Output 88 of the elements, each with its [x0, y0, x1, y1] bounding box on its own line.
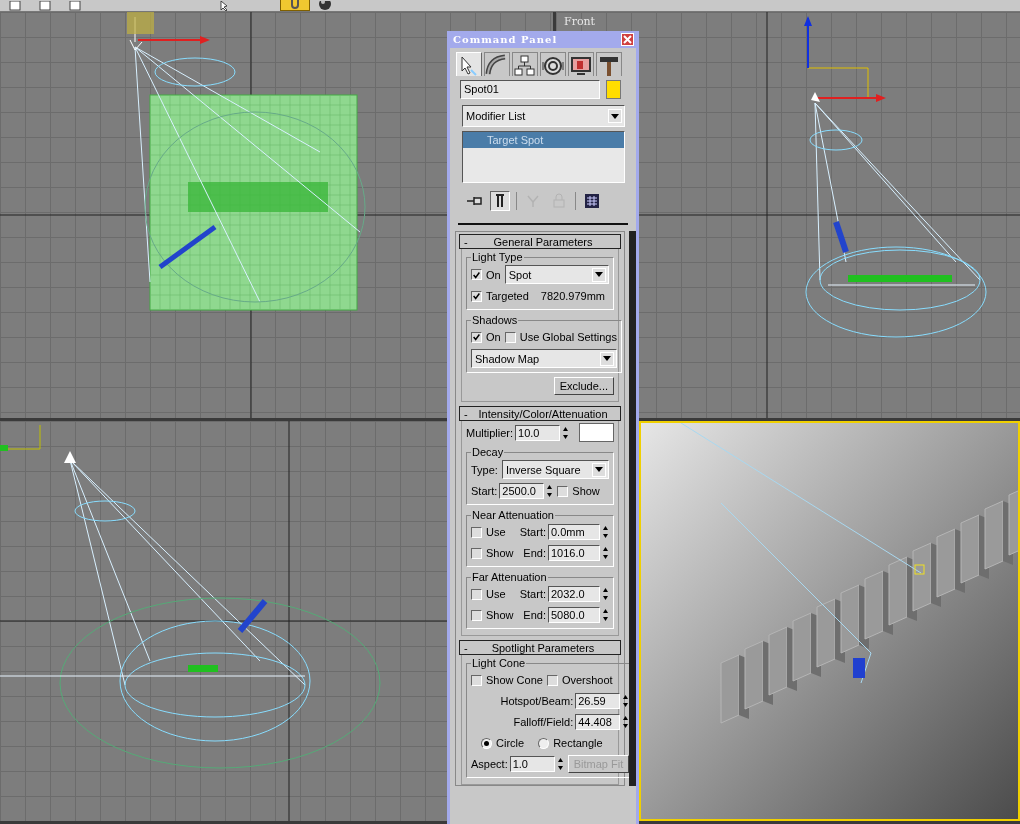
checkbox[interactable]: [471, 331, 482, 343]
spinner-field[interactable]: 2500.0: [499, 483, 545, 499]
close-button[interactable]: [621, 33, 634, 46]
checkbox-label: Use: [486, 588, 506, 600]
checkbox[interactable]: [471, 609, 482, 621]
field-label: Start:: [519, 526, 546, 538]
checkbox[interactable]: [546, 674, 558, 686]
dropdown[interactable]: Inverse Square: [501, 460, 609, 479]
spinner-field[interactable]: 0.0mm: [548, 524, 600, 540]
spinner-arrows-icon[interactable]: [602, 546, 609, 560]
color-swatch[interactable]: [579, 423, 614, 442]
spinner-arrows-icon[interactable]: [602, 608, 609, 622]
checkbox-label: Show: [572, 485, 600, 497]
checkbox-label: Show Cone: [486, 674, 543, 686]
group-title: Light Cone: [471, 657, 527, 669]
checkbox[interactable]: [471, 526, 482, 538]
spinner-arrows-icon[interactable]: [602, 587, 609, 601]
field-label: End:: [523, 547, 546, 559]
checkbox[interactable]: [504, 331, 516, 343]
radio-label: Circle: [496, 737, 525, 749]
checkbox-label: On: [486, 268, 501, 281]
group-title: Near Attenuation: [471, 509, 555, 521]
checkbox[interactable]: [471, 674, 482, 686]
checkbox-label: On: [486, 331, 501, 343]
panel-tab[interactable]: [540, 52, 566, 76]
checkbox[interactable]: [471, 547, 482, 559]
toolbar-button[interactable]: [280, 0, 310, 11]
spinner-field[interactable]: 44.408: [575, 714, 621, 730]
field-label: Aspect:: [471, 758, 508, 770]
rollout-header[interactable]: - Spotlight Parameters: [459, 640, 621, 655]
spinner-field[interactable]: 1.0: [509, 756, 555, 772]
field-label: Start:: [471, 485, 498, 497]
field-label: End:: [523, 609, 546, 621]
spinner-arrows-icon[interactable]: [622, 694, 630, 708]
stack-tool-button[interactable]: [490, 191, 510, 211]
radio-button[interactable]: [538, 737, 550, 749]
checkbox-label: Use: [486, 526, 506, 538]
checkbox-label: Targeted: [486, 290, 529, 302]
checkbox-label: Show: [486, 609, 514, 621]
rollout-header[interactable]: - Intensity/Color/Attenuation: [459, 406, 621, 421]
close-icon: [623, 35, 632, 44]
stack-tool-button[interactable]: [582, 191, 602, 211]
spinner-arrows-icon[interactable]: [546, 484, 554, 498]
check-icon: [472, 332, 481, 342]
checkbox-label: Show: [486, 547, 514, 559]
dropdown[interactable]: Shadow Map: [471, 349, 617, 368]
group-title: Far Attenuation: [471, 571, 548, 583]
push-button[interactable]: Exclude...: [553, 377, 614, 395]
radio-button[interactable]: [481, 737, 492, 749]
field-label: Hotspot/Beam:: [500, 695, 574, 707]
panel-tab[interactable]: [484, 52, 510, 76]
field-label: Start:: [519, 588, 546, 600]
panel-tab[interactable]: [596, 52, 622, 76]
checkbox-label: Overshoot: [561, 674, 613, 686]
spinner-field[interactable]: 1016.0: [548, 545, 600, 561]
check-icon: [472, 269, 481, 280]
color-swatch[interactable]: [606, 80, 621, 99]
spinner-arrows-icon[interactable]: [556, 757, 564, 771]
field-label: Multiplier:: [466, 426, 514, 439]
group-title: Decay: [471, 446, 505, 458]
spinner-field[interactable]: 26.59: [575, 693, 621, 709]
field-label: Falloff/Field:: [513, 716, 574, 728]
group-title: Light Type: [471, 251, 524, 263]
scrollbar[interactable]: [629, 231, 636, 786]
spinner-field[interactable]: 2032.0: [548, 586, 600, 602]
modifier-dropdown[interactable]: Modifier List: [462, 105, 625, 127]
radio-label: Rectangle: [553, 737, 603, 749]
checkbox[interactable]: [471, 588, 482, 600]
spinner-arrows-icon[interactable]: [622, 715, 630, 729]
checkbox[interactable]: [471, 269, 482, 280]
group-title: Shadows: [471, 314, 519, 326]
rollout-header[interactable]: - General Parameters: [459, 234, 621, 249]
checkbox[interactable]: [557, 485, 569, 497]
object-name-field[interactable]: Spot01: [460, 80, 600, 99]
checkbox[interactable]: [471, 290, 482, 302]
magnet-icon: [288, 0, 302, 10]
field-label: Type:: [471, 463, 498, 476]
panel-tab[interactable]: [512, 52, 538, 76]
dropdown[interactable]: Spot: [504, 265, 609, 284]
spinner-field[interactable]: 10.0: [515, 424, 561, 441]
spinner-arrows-icon[interactable]: [562, 425, 570, 440]
spinner-arrows-icon[interactable]: [602, 525, 609, 539]
panel-tab[interactable]: [568, 52, 594, 76]
spinner-field[interactable]: 5080.0: [548, 607, 600, 623]
grid-icon: [584, 193, 600, 209]
check-icon: [472, 291, 481, 301]
panel-title: Command Panel: [453, 34, 558, 45]
hierarchy-icon: [513, 53, 537, 76]
